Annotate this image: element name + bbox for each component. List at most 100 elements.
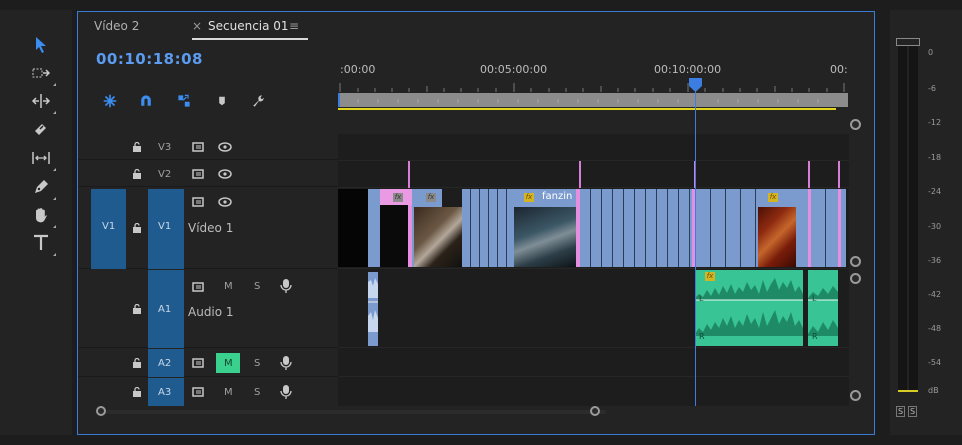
eye-icon[interactable] [218, 142, 232, 152]
solo-right-button[interactable]: S [908, 406, 917, 417]
track-name-v1[interactable]: Vídeo 1 [188, 221, 233, 235]
ruler-ticks [339, 83, 845, 92]
horizontal-scrollbar[interactable] [96, 406, 848, 418]
video-thumbnail [514, 207, 576, 267]
video-vscroll-knob-bottom[interactable] [850, 256, 861, 267]
v2-clip-marker[interactable] [408, 161, 410, 188]
lane-v1[interactable]: fx fx fx fanzin fx [338, 189, 849, 269]
lane-v2[interactable] [338, 161, 849, 188]
playhead-line[interactable] [695, 78, 696, 406]
lock-icon[interactable] [132, 142, 142, 152]
v2-clip-marker[interactable] [808, 161, 810, 188]
linked-selection-icon[interactable] [174, 92, 194, 110]
meter-label-0: 0 [928, 48, 934, 57]
tab-close-icon[interactable]: × [192, 19, 202, 33]
track-select-tool-icon[interactable] [30, 62, 56, 86]
lock-icon[interactable] [132, 387, 142, 397]
hand-tool-icon[interactable] [30, 204, 56, 228]
track-header-v3: V3 [78, 134, 338, 160]
ripple-edit-tool-icon[interactable] [30, 90, 56, 114]
lock-icon[interactable] [132, 223, 142, 233]
nest-sequence-icon[interactable] [100, 92, 120, 110]
playhead-timecode[interactable]: 00:10:18:08 [96, 50, 203, 68]
type-tool-icon[interactable] [30, 232, 56, 256]
pen-tool-icon[interactable] [30, 176, 56, 200]
video-vscroll-knob[interactable] [850, 119, 861, 130]
sync-lock-icon[interactable] [192, 196, 206, 208]
hscroll-knob-end[interactable] [590, 406, 600, 416]
voice-over-mic-icon[interactable] [280, 384, 292, 400]
track-label-a1: A1 [158, 304, 172, 315]
slip-tool-icon[interactable] [30, 147, 56, 171]
playhead-handle-icon[interactable] [689, 78, 702, 92]
track-header-a3: A3 M S [78, 378, 338, 406]
track-headers: V3 V2 V1 V1 Vídeo 1 A1 Audio 1 M S A2 M … [78, 134, 338, 406]
lock-icon[interactable] [132, 169, 142, 179]
solo-button-a1[interactable]: S [254, 281, 260, 292]
solo-button-a3[interactable]: S [254, 387, 260, 398]
video-clip-group[interactable] [462, 189, 514, 267]
tools-panel [0, 10, 72, 435]
tab-secuencia-01[interactable]: Secuencia 01 [208, 19, 289, 33]
video-clip[interactable] [368, 189, 380, 267]
track-header-a2: A2 M S [78, 349, 338, 377]
sync-lock-icon[interactable] [192, 141, 206, 153]
v2-clip-marker[interactable] [838, 161, 840, 188]
meter-label-18: -18 [928, 153, 942, 162]
solo-button-a2[interactable]: S [254, 358, 260, 369]
lane-a2[interactable] [338, 349, 849, 377]
mute-button-a3[interactable]: M [224, 387, 233, 398]
ruler-label-0: :00:00 [340, 63, 376, 76]
track-label-v3[interactable]: V3 [158, 142, 171, 153]
fx-badge-icon: fx [524, 193, 534, 202]
video-clip-black[interactable] [338, 189, 368, 267]
track-label-v1: V1 [158, 221, 172, 232]
add-marker-icon[interactable] [212, 92, 232, 110]
track-lanes[interactable]: fx fx fx fanzin fx fx L R L R [338, 134, 849, 406]
razor-tool-icon[interactable] [30, 118, 52, 140]
sync-lock-icon[interactable] [192, 386, 206, 398]
sync-lock-icon[interactable] [192, 357, 206, 369]
audio-clip-a1[interactable]: L R [808, 270, 838, 346]
eye-icon[interactable] [218, 197, 232, 207]
audio-vscroll-knob[interactable] [850, 273, 861, 284]
audio-clip-a1[interactable]: fx L R [695, 270, 803, 346]
render-bar [338, 108, 836, 110]
track-label-v2[interactable]: V2 [158, 169, 171, 180]
tab-video-2[interactable]: Vídeo 2 [94, 19, 139, 33]
channel-left-label: L [812, 294, 817, 303]
lane-a1[interactable]: fx L R L R [338, 270, 849, 348]
lane-v3[interactable] [338, 134, 849, 161]
meter-label-db: dB [928, 386, 939, 395]
solo-left-button[interactable]: S [896, 406, 905, 417]
v2-clip-marker[interactable] [579, 161, 581, 188]
mute-button-a1[interactable]: M [224, 281, 233, 292]
work-area-bar[interactable] [338, 93, 848, 107]
tab-menu-icon[interactable]: ≡ [289, 19, 299, 33]
video-clip-pink[interactable] [838, 189, 841, 267]
voice-over-mic-icon[interactable] [280, 278, 292, 294]
channel-right-label: R [812, 332, 818, 341]
meter-label-42: -42 [928, 290, 942, 299]
lock-icon[interactable] [132, 358, 142, 368]
timeline-settings-wrench-icon[interactable] [248, 92, 268, 110]
ruler-label-end: 00: [830, 63, 848, 76]
lock-icon[interactable] [132, 304, 142, 314]
eye-icon[interactable] [218, 169, 232, 179]
selection-tool-icon[interactable] [30, 34, 52, 56]
audio-clip-small[interactable] [368, 272, 378, 346]
audio-vscroll-knob-bottom[interactable] [850, 390, 861, 401]
meter-label-54: -54 [928, 358, 942, 367]
snap-magnet-icon[interactable] [136, 92, 156, 110]
sync-lock-icon[interactable] [192, 281, 206, 293]
voice-over-mic-icon[interactable] [280, 355, 292, 371]
video-clip-group[interactable] [696, 189, 756, 267]
video-clip-group[interactable] [580, 189, 692, 267]
sync-lock-icon[interactable] [192, 168, 206, 180]
video-clip-pink[interactable] [808, 189, 811, 267]
time-ruler[interactable]: :00:00 00:05:00:00 00:10:00:00 00: [338, 62, 850, 122]
track-name-a1[interactable]: Audio 1 [188, 305, 234, 319]
lane-a3[interactable] [338, 378, 849, 406]
tab-bar: Vídeo 2 × Secuencia 01 ≡ [78, 12, 874, 40]
hscroll-knob-start[interactable] [96, 406, 106, 416]
